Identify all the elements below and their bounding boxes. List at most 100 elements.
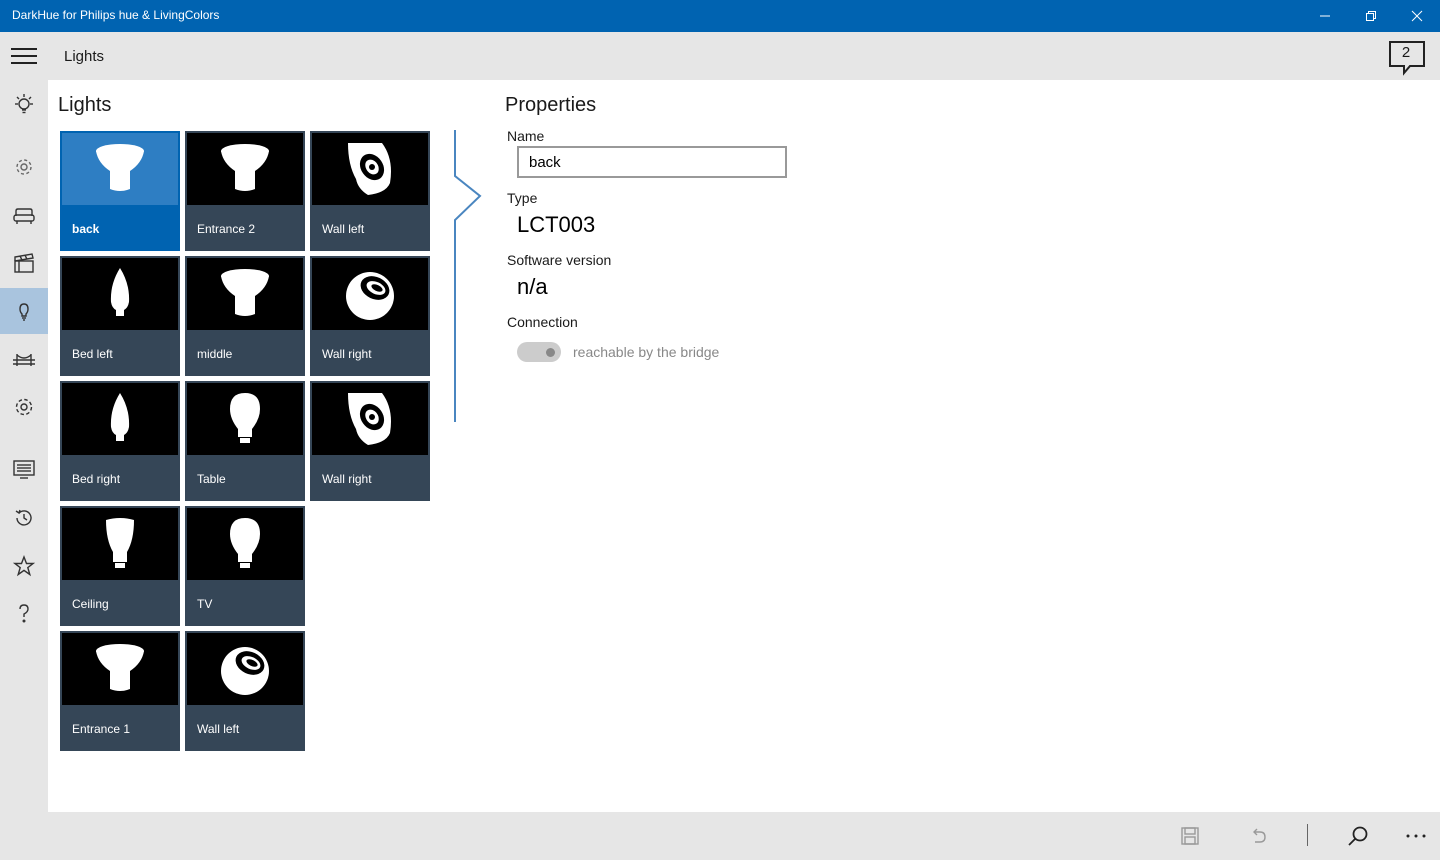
- nav-item-history[interactable]: [0, 495, 48, 541]
- light-image: [312, 258, 428, 330]
- light-tile[interactable]: middle: [185, 256, 305, 376]
- list-icon: [13, 460, 35, 479]
- light-tile[interactable]: Entrance 2: [185, 131, 305, 251]
- light-image: [187, 258, 303, 330]
- app-header: Lights 2: [0, 32, 1440, 80]
- star-icon: [13, 555, 35, 577]
- light-tile[interactable]: Entrance 1: [60, 631, 180, 751]
- light-label: back: [72, 222, 100, 236]
- minimize-button[interactable]: [1302, 0, 1348, 32]
- command-separator: [1307, 824, 1308, 846]
- nav-item-bridge[interactable]: [0, 336, 48, 382]
- nav-item-rooms[interactable]: [0, 192, 48, 238]
- more-button[interactable]: [1392, 812, 1440, 860]
- page-title: Lights: [64, 48, 105, 65]
- restore-button[interactable]: [1348, 0, 1394, 32]
- light-tile[interactable]: Ceiling: [60, 506, 180, 626]
- light-label: Ceiling: [72, 597, 109, 611]
- restore-icon: [1366, 11, 1376, 21]
- light-image: [62, 258, 178, 330]
- light-tile[interactable]: Bed left: [60, 256, 180, 376]
- classic-bulb-icon: [230, 393, 260, 443]
- spot-bulb-icon: [221, 269, 269, 316]
- window-title: DarkHue for Philips hue & LivingColors: [12, 8, 220, 22]
- nav-item-bulb[interactable]: [0, 81, 48, 127]
- light-tile[interactable]: Table: [185, 381, 305, 501]
- gear-small-icon: [16, 159, 32, 175]
- hamburger-icon: [11, 48, 37, 64]
- connection-label: Connection: [507, 314, 578, 330]
- light-tile[interactable]: Wall left: [310, 131, 430, 251]
- nav-item-favorites[interactable]: [0, 543, 48, 589]
- command-bar: [0, 812, 1440, 860]
- light-image: [187, 133, 303, 205]
- undo-button[interactable]: [1234, 812, 1282, 860]
- light-label: Wall left: [197, 722, 240, 736]
- light-label: Table: [197, 472, 226, 486]
- type-label: Type: [507, 190, 538, 206]
- notification-count: 2: [1401, 44, 1411, 61]
- light-label: Entrance 2: [197, 222, 256, 236]
- selection-pointer: [454, 130, 482, 422]
- bulb-icon: [15, 94, 33, 114]
- nav-item-scenes[interactable]: [0, 240, 48, 286]
- close-button[interactable]: [1394, 0, 1440, 32]
- light-label: Wall right: [322, 347, 372, 361]
- candle-bulb-icon: [110, 268, 130, 316]
- more-icon: [1406, 834, 1426, 838]
- light-tile[interactable]: Wall right: [310, 381, 430, 501]
- sofa-icon: [13, 208, 35, 224]
- hamburger-button[interactable]: [0, 32, 48, 80]
- nav-pane: [0, 80, 48, 812]
- nav-item-lights[interactable]: [0, 288, 48, 334]
- nav-item-log[interactable]: [0, 446, 48, 492]
- light-image: [312, 133, 428, 205]
- toggle-knob: [546, 348, 555, 357]
- nav-item-help[interactable]: [0, 590, 48, 636]
- light-image: [187, 508, 303, 580]
- livingcolors-iris-icon: [346, 271, 394, 320]
- search-button[interactable]: [1334, 812, 1382, 860]
- connection-toggle[interactable]: [517, 342, 561, 362]
- clapperboard-icon: [14, 253, 34, 273]
- nav-item-settings[interactable]: [0, 384, 48, 430]
- save-icon: [1181, 827, 1199, 845]
- save-button[interactable]: [1166, 812, 1214, 860]
- bridge-icon: [13, 354, 35, 366]
- software-version-value: n/a: [517, 274, 548, 299]
- search-icon: [1348, 826, 1368, 846]
- settings-icon: [15, 398, 33, 416]
- minimize-icon: [1320, 15, 1330, 17]
- light-tile[interactable]: back: [60, 131, 180, 251]
- light-label: middle: [197, 347, 233, 361]
- nav-item-group[interactable]: [0, 144, 48, 190]
- spot-bulb-icon: [221, 144, 269, 191]
- light-image: [187, 383, 303, 455]
- spot-bulb-icon: [96, 144, 144, 191]
- history-icon: [15, 509, 32, 526]
- lights-icon: [19, 303, 29, 321]
- light-label: Bed right: [72, 472, 121, 486]
- name-label: Name: [507, 128, 545, 144]
- light-image: [62, 508, 178, 580]
- lights-title: Lights: [58, 94, 112, 116]
- help-icon: [19, 604, 29, 623]
- light-label: Entrance 1: [72, 722, 131, 736]
- light-tile[interactable]: Bed right: [60, 381, 180, 501]
- light-tile[interactable]: TV: [185, 506, 305, 626]
- light-image: [62, 633, 178, 705]
- connection-status-text: reachable by the bridge: [573, 344, 720, 360]
- light-tile[interactable]: Wall right: [310, 256, 430, 376]
- light-label: Bed left: [72, 347, 113, 361]
- properties-title: Properties: [505, 94, 597, 116]
- name-field[interactable]: [517, 146, 787, 178]
- undo-icon: [1253, 828, 1266, 843]
- classic-bulb-icon: [230, 518, 260, 568]
- light-tile[interactable]: Wall left: [185, 631, 305, 751]
- livingcolors-wall-icon: [348, 393, 391, 445]
- light-image: [62, 383, 178, 455]
- light-label: Wall left: [322, 222, 365, 236]
- light-image: [187, 633, 303, 705]
- livingcolors-iris-icon: [221, 646, 269, 695]
- notifications-button[interactable]: 2: [1388, 40, 1426, 76]
